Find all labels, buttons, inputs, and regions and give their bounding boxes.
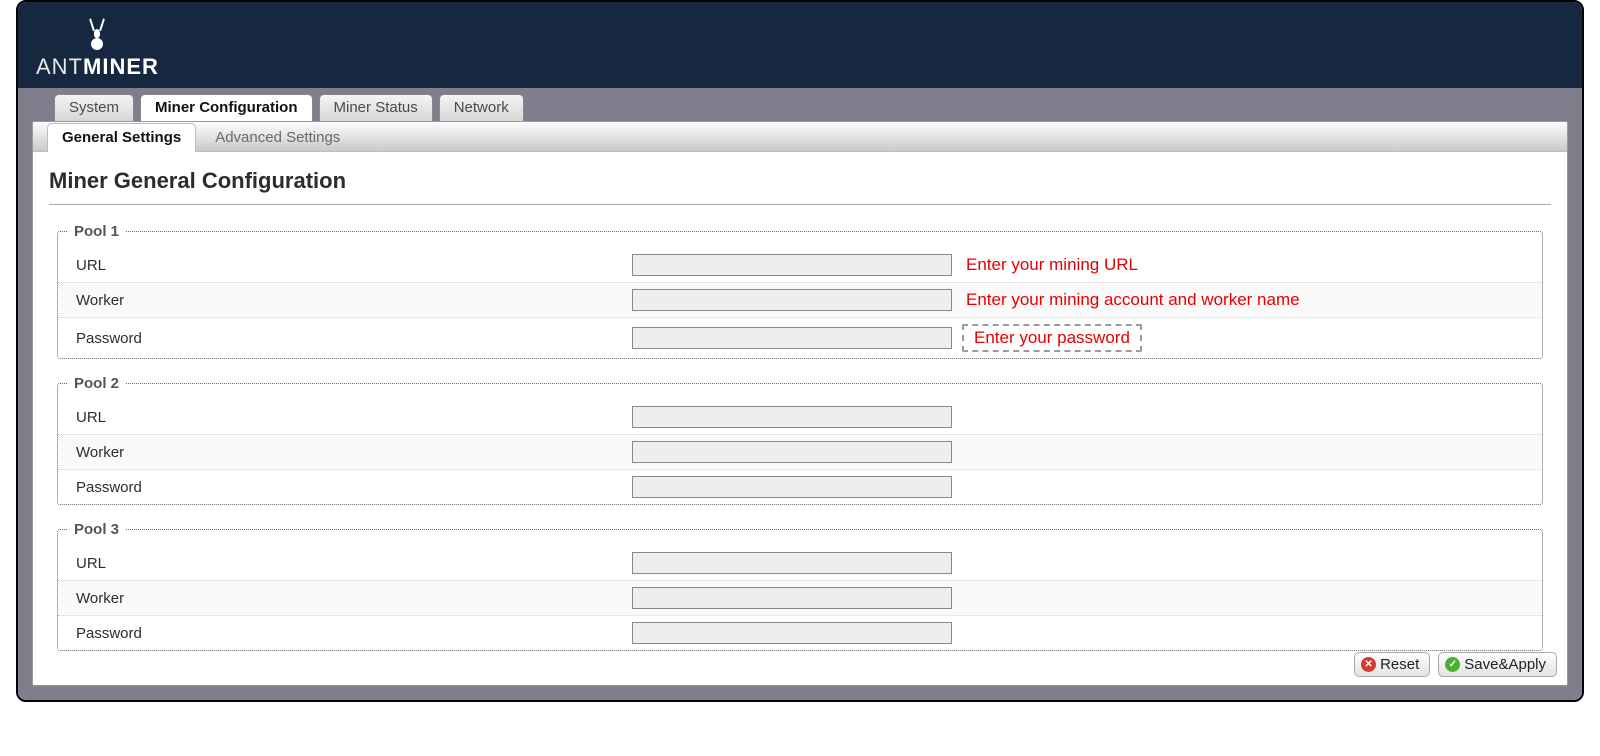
brand-logo: ANTMINER [36, 18, 159, 80]
pool2-url-label: URL [72, 409, 632, 426]
save-apply-button[interactable]: ✓ Save&Apply [1438, 652, 1557, 677]
pool-1-fieldset: Pool 1 URL Enter your mining URL Worker … [57, 223, 1543, 359]
save-apply-button-label: Save&Apply [1464, 656, 1546, 673]
title-separator [49, 204, 1551, 205]
tab-miner-configuration[interactable]: Miner Configuration [140, 94, 313, 121]
top-tab-bar: System Miner Configuration Miner Status … [18, 88, 1582, 121]
pools-area: Pool 1 URL Enter your mining URL Worker … [33, 223, 1567, 685]
pool1-worker-label: Worker [72, 292, 632, 309]
reset-button-label: Reset [1380, 656, 1419, 673]
pool1-password-hint: Enter your password [962, 324, 1142, 352]
pool2-worker-input[interactable] [632, 441, 952, 463]
brand-bold: MINER [83, 54, 159, 79]
tab-network[interactable]: Network [439, 94, 524, 121]
pool-1-legend: Pool 1 [68, 223, 125, 240]
subtab-advanced-settings[interactable]: Advanced Settings [200, 123, 355, 152]
page-title: Miner General Configuration [33, 152, 1567, 204]
pool3-worker-label: Worker [72, 590, 632, 607]
sub-tab-bar: General Settings Advanced Settings [33, 122, 1567, 152]
pool3-worker-input[interactable] [632, 587, 952, 609]
ant-icon [83, 18, 111, 52]
tab-miner-status[interactable]: Miner Status [319, 94, 433, 121]
pool1-worker-input[interactable] [632, 289, 952, 311]
check-icon: ✓ [1445, 657, 1460, 672]
pool-3-legend: Pool 3 [68, 521, 125, 538]
brand-text: ANTMINER [36, 54, 159, 80]
pool3-password-label: Password [72, 625, 632, 642]
pool-2-legend: Pool 2 [68, 375, 125, 392]
pool1-url-input[interactable] [632, 254, 952, 276]
brand-light: ANT [36, 54, 83, 79]
content-panel: General Settings Advanced Settings Miner… [32, 121, 1568, 686]
pool1-url-label: URL [72, 257, 632, 274]
subtab-general-settings[interactable]: General Settings [47, 123, 196, 152]
cancel-icon: ✕ [1361, 657, 1376, 672]
pool2-password-input[interactable] [632, 476, 952, 498]
pool3-url-label: URL [72, 555, 632, 572]
pool1-url-hint: Enter your mining URL [966, 255, 1138, 275]
pool1-worker-hint: Enter your mining account and worker nam… [966, 290, 1300, 310]
header-bar: ANTMINER [18, 2, 1582, 88]
pool2-worker-label: Worker [72, 444, 632, 461]
footer-buttons: ✕ Reset ✓ Save&Apply [1354, 652, 1557, 677]
pool2-password-label: Password [72, 479, 632, 496]
pool3-password-input[interactable] [632, 622, 952, 644]
pool1-password-input[interactable] [632, 327, 952, 349]
pool1-password-label: Password [72, 330, 632, 347]
pool3-url-input[interactable] [632, 552, 952, 574]
pool2-url-input[interactable] [632, 406, 952, 428]
reset-button[interactable]: ✕ Reset [1354, 652, 1430, 677]
pool-3-fieldset: Pool 3 URL Worker Password [57, 521, 1543, 651]
content-wrap: General Settings Advanced Settings Miner… [18, 121, 1582, 700]
tab-system[interactable]: System [54, 94, 134, 121]
pool-2-fieldset: Pool 2 URL Worker Password [57, 375, 1543, 505]
app-frame: ANTMINER System Miner Configuration Mine… [16, 0, 1584, 702]
